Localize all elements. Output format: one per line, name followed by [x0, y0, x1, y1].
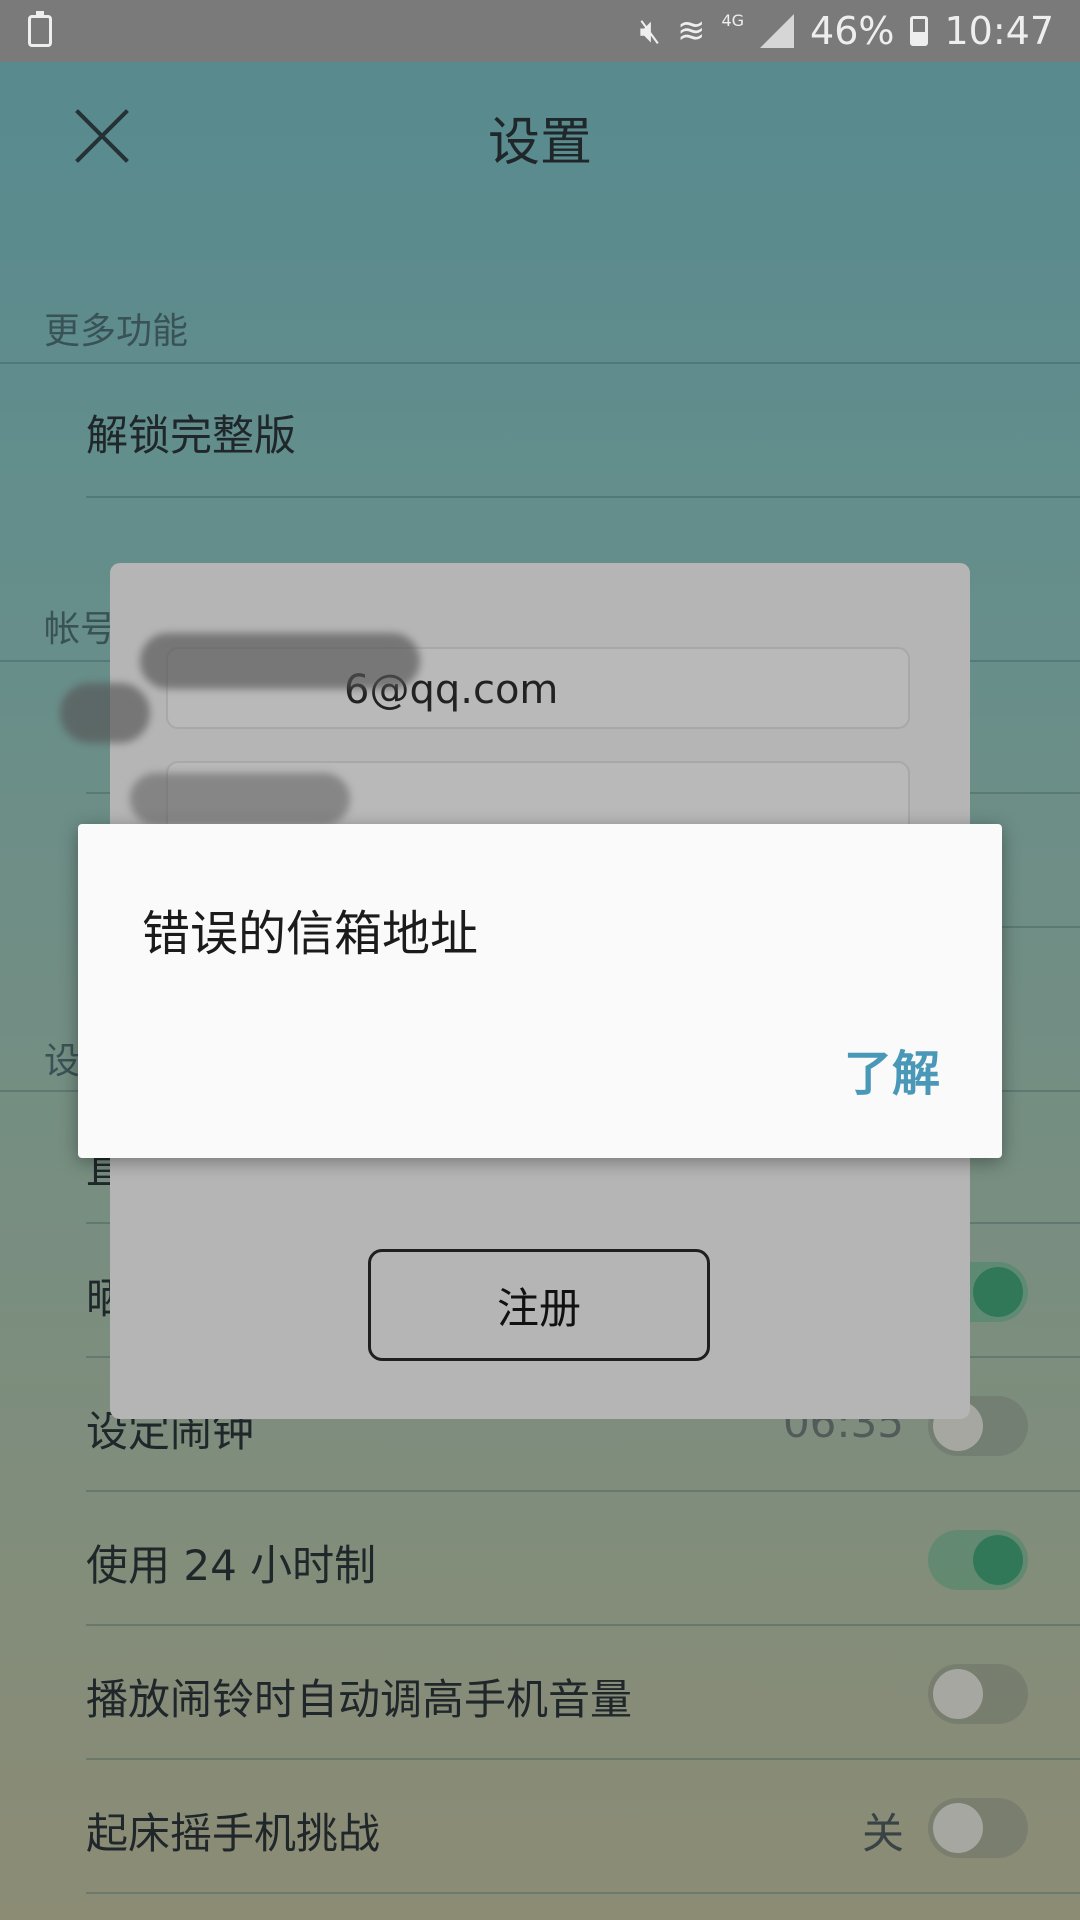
recycle-battery-icon: [28, 11, 52, 47]
network-type: 4G: [721, 11, 745, 30]
redaction-scribble: [140, 633, 420, 689]
battery-percent: 46%: [810, 9, 895, 53]
status-icons: 🔇︎ ≋ 4G 46% 10:47: [640, 0, 1054, 62]
status-bar: 🔇︎ ≋ 4G 46% 10:47: [0, 0, 1080, 62]
redaction-scribble: [60, 683, 150, 743]
signal-icon: [760, 14, 795, 48]
wifi-icon: ≋: [676, 11, 706, 51]
error-dialog: 错误的信箱地址 了解: [78, 824, 1002, 1158]
mute-icon: 🔇︎: [639, 11, 661, 51]
redaction-scribble: [130, 773, 350, 825]
battery-icon: [910, 16, 929, 46]
register-button[interactable]: 注册: [368, 1249, 710, 1361]
settings-screen: 🔇︎ ≋ 4G 46% 10:47 设置 更多功能 解锁完整版 帐号 设 直 晒…: [0, 0, 1080, 1920]
dialog-message: 错误的信箱地址: [142, 906, 479, 962]
dialog-ok-button[interactable]: 了解: [844, 1034, 940, 1104]
clock: 10:47: [944, 9, 1054, 53]
